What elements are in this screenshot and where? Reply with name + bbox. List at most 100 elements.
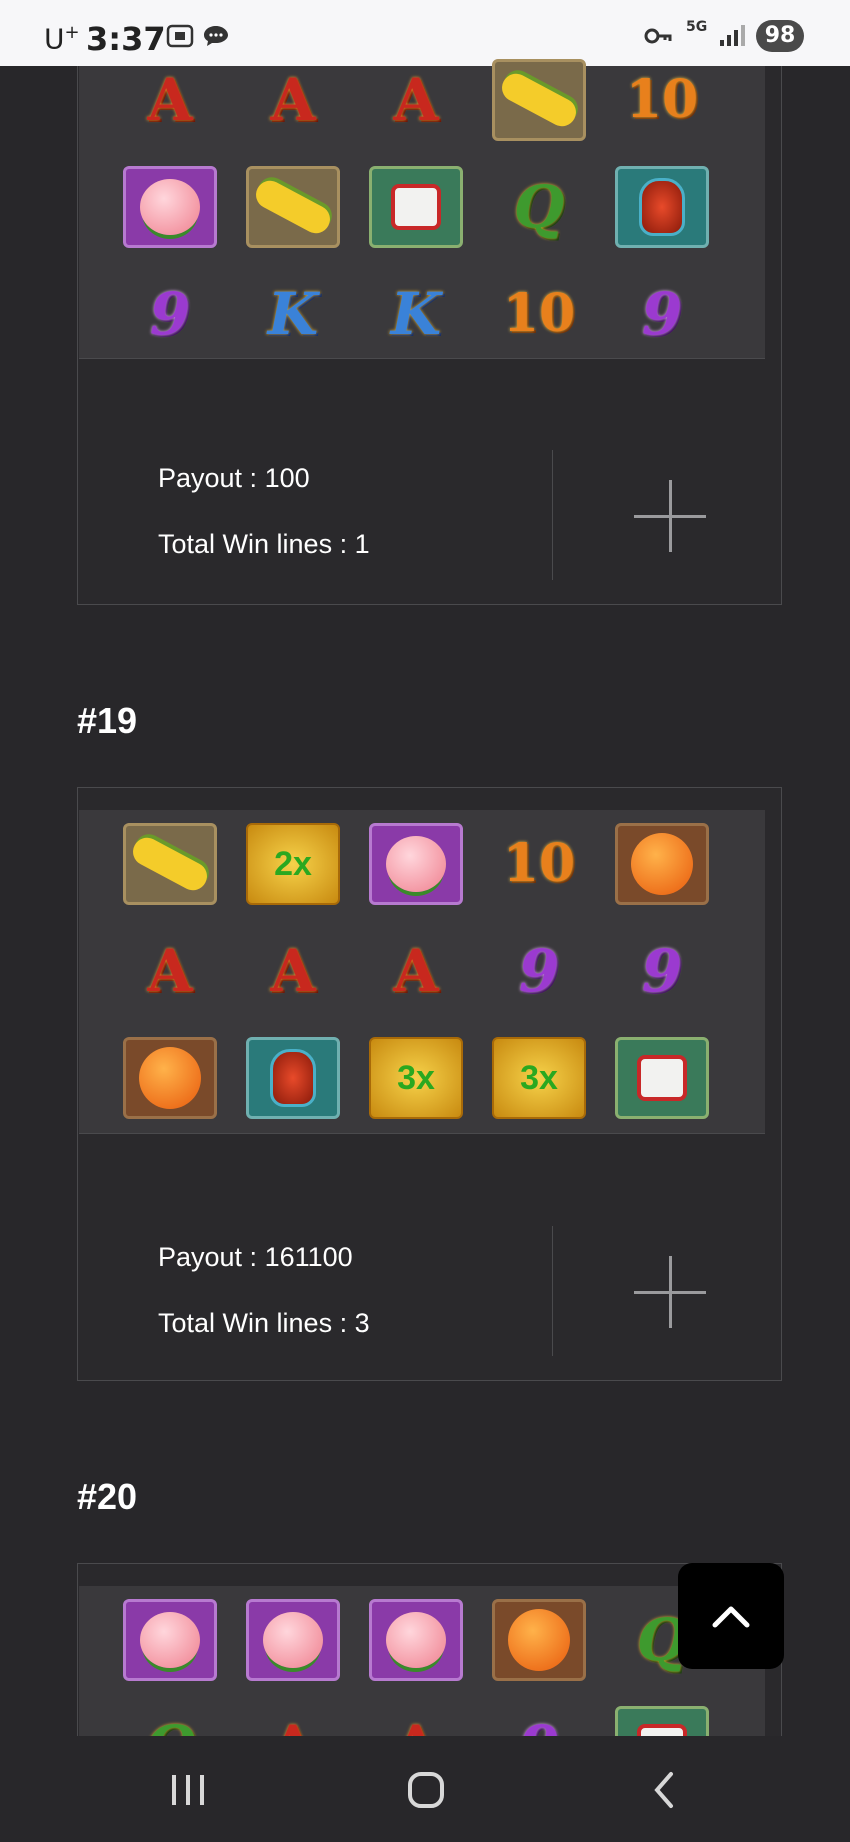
home-icon bbox=[408, 1772, 444, 1808]
symbol-text: A bbox=[147, 66, 193, 134]
peach-icon bbox=[245, 1598, 341, 1682]
vpn-key-icon bbox=[644, 28, 672, 44]
peach-icon bbox=[368, 822, 464, 906]
symbol-text: 10 bbox=[502, 833, 576, 894]
reel-grid: 2x 10 A A A 9 9 3x 3x bbox=[79, 810, 765, 1134]
win-lines-label: Total Win lines : 3 bbox=[158, 1308, 370, 1338]
orange-tile bbox=[615, 823, 709, 905]
battery-level: 98 bbox=[756, 20, 804, 52]
back-icon bbox=[654, 1772, 673, 1808]
jar-tile bbox=[246, 1037, 340, 1119]
reel-grid: QQAA9 bbox=[79, 1586, 765, 1737]
symbol-text: 9 bbox=[641, 280, 683, 348]
symbol-text: K bbox=[267, 280, 319, 348]
divider bbox=[552, 450, 553, 580]
symbol-letter: 9 bbox=[491, 1705, 587, 1737]
jade-shape bbox=[637, 1055, 687, 1101]
win-lines-label: Total Win lines : 1 bbox=[158, 529, 370, 559]
result-card: 2x 10 A A A 9 9 3x 3x Payout : 161100 Total Win … bbox=[77, 787, 782, 1381]
symbol-letter: 9 bbox=[614, 272, 710, 356]
symbol-text: 9 bbox=[518, 937, 560, 1005]
symbol-text: 9 bbox=[641, 937, 683, 1005]
symbol-text: 9 bbox=[519, 1705, 559, 1737]
symbol-letter: A bbox=[245, 58, 341, 142]
peach-icon bbox=[368, 1598, 464, 1682]
divider bbox=[552, 1226, 553, 1356]
multiplier-symbol: 3x bbox=[491, 1036, 587, 1120]
symbol-text: Q bbox=[145, 1705, 196, 1737]
peach-icon bbox=[122, 165, 218, 249]
recent-apps-button[interactable] bbox=[158, 1760, 218, 1820]
orange-icon bbox=[491, 1598, 587, 1682]
orange-shape bbox=[631, 833, 693, 895]
corn-shape bbox=[497, 68, 581, 132]
symbol-text: 10 bbox=[625, 69, 699, 130]
orange-icon bbox=[122, 1036, 218, 1120]
peach-shape bbox=[263, 1612, 323, 1668]
navigation-bar bbox=[0, 1736, 850, 1842]
home-button[interactable] bbox=[396, 1760, 456, 1820]
expand-plus-icon[interactable] bbox=[634, 1256, 706, 1328]
multiplier-symbol: 3x bbox=[368, 1036, 464, 1120]
jar-icon bbox=[614, 165, 710, 249]
jade-icon bbox=[614, 1705, 710, 1737]
back-button[interactable] bbox=[634, 1760, 694, 1820]
corn-icon bbox=[245, 165, 341, 249]
scroll-to-top-button[interactable] bbox=[678, 1563, 784, 1669]
symbol-text: A bbox=[147, 937, 193, 1005]
symbol-letter: 10 bbox=[491, 822, 587, 906]
reel-grid: A A A 10 Q 9 K K 10 9 bbox=[79, 59, 765, 359]
corn-icon bbox=[122, 822, 218, 906]
peach-tile bbox=[123, 1599, 217, 1681]
symbol-text: 9 bbox=[149, 280, 191, 348]
symbol-letter: K bbox=[368, 272, 464, 356]
symbol-letter: A bbox=[245, 929, 341, 1013]
orange-shape bbox=[139, 1047, 201, 1109]
symbol-text: A bbox=[270, 1705, 315, 1737]
clock: 3:37 bbox=[86, 20, 166, 58]
payout-label: Payout : 100 bbox=[158, 463, 310, 493]
peach-tile bbox=[369, 823, 463, 905]
jar-icon bbox=[245, 1036, 341, 1120]
peach-tile bbox=[246, 1599, 340, 1681]
multiplier-text: 2x bbox=[246, 823, 340, 905]
symbol-letter: A bbox=[368, 1705, 464, 1737]
signal-icon bbox=[720, 25, 745, 46]
jar-tile bbox=[615, 166, 709, 248]
jar-shape bbox=[639, 178, 685, 236]
expand-plus-icon[interactable] bbox=[634, 480, 706, 552]
symbol-text: K bbox=[390, 280, 442, 348]
peach-icon bbox=[122, 1598, 218, 1682]
symbol-text: 10 bbox=[502, 283, 576, 344]
jade-icon bbox=[368, 165, 464, 249]
result-card: QQAA9 bbox=[77, 1563, 782, 1737]
corn-tile bbox=[492, 59, 586, 141]
symbol-letter: Q bbox=[122, 1705, 218, 1737]
chevron-up-icon bbox=[712, 1606, 750, 1628]
symbol-text: A bbox=[270, 937, 316, 1005]
symbol-letter: 10 bbox=[614, 58, 710, 142]
peach-tile bbox=[369, 1599, 463, 1681]
multiplier-text: 3x bbox=[492, 1037, 586, 1119]
result-heading: #19 bbox=[77, 700, 138, 741]
symbol-letter: 10 bbox=[491, 272, 587, 356]
orange-tile bbox=[123, 1037, 217, 1119]
peach-shape bbox=[386, 1612, 446, 1668]
result-card: A A A 10 Q 9 K K 10 9 Payout : 100 Total Win line… bbox=[77, 59, 782, 605]
chat-bubble-icon bbox=[204, 26, 228, 46]
jade-tile bbox=[369, 166, 463, 248]
jade-icon bbox=[614, 1036, 710, 1120]
corn-shape bbox=[251, 175, 335, 239]
symbol-letter: Q bbox=[491, 165, 587, 249]
recent-apps-icon bbox=[172, 1775, 204, 1805]
jade-tile bbox=[615, 1037, 709, 1119]
network-type-label: 5G bbox=[686, 19, 708, 35]
corn-icon bbox=[491, 58, 587, 142]
symbol-text: A bbox=[270, 66, 316, 134]
peach-shape bbox=[140, 1612, 200, 1668]
peach-shape bbox=[140, 179, 200, 235]
multiplier-symbol: 2x bbox=[245, 822, 341, 906]
symbol-letter: A bbox=[122, 58, 218, 142]
payout-label: Payout : 161100 bbox=[158, 1242, 353, 1272]
symbol-letter: A bbox=[368, 58, 464, 142]
